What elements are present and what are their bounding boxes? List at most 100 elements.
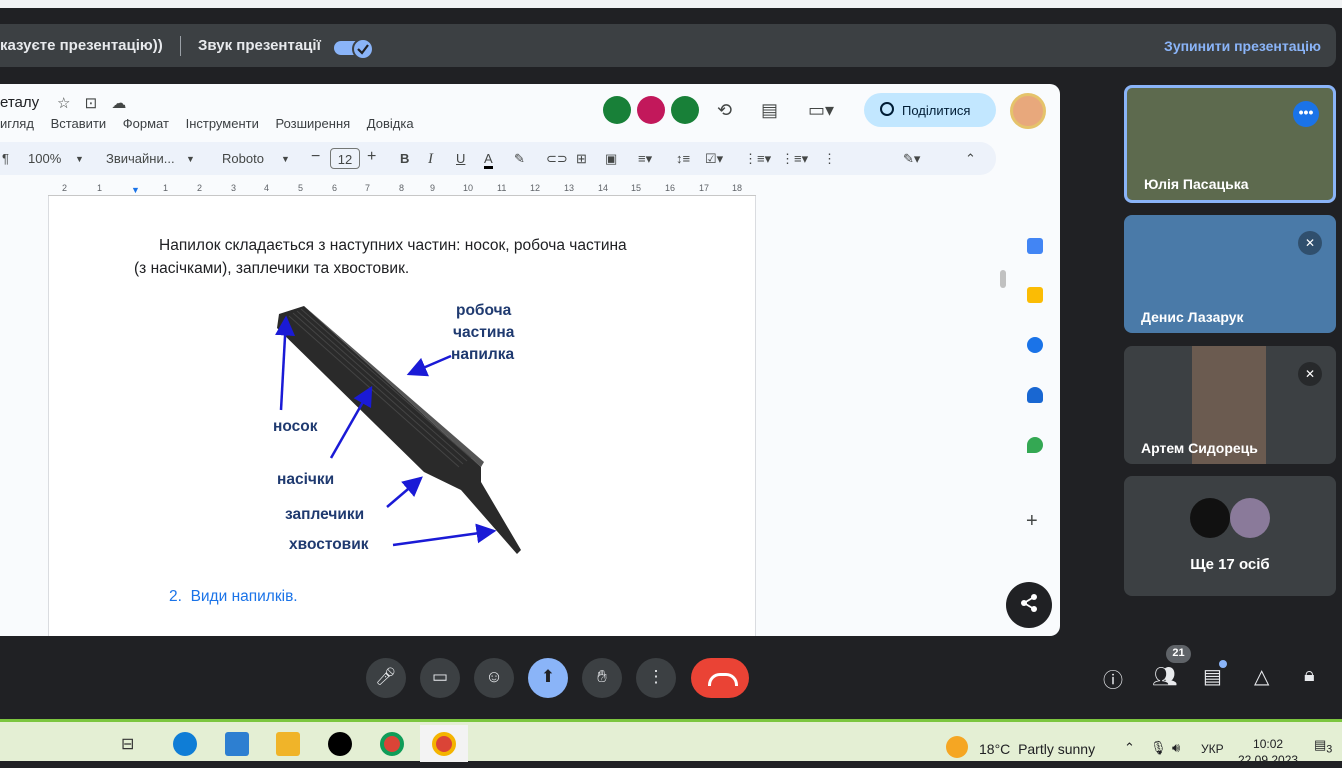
notifications-icon[interactable]: ▤3 — [1314, 737, 1332, 756]
mail-icon[interactable] — [225, 732, 249, 756]
italic-button[interactable]: I — [428, 151, 433, 168]
font-select[interactable]: Roboto — [222, 151, 264, 166]
activities-icon[interactable]: △ — [1254, 664, 1269, 689]
numbered-list-icon[interactable]: ⋮≡▾ — [781, 151, 808, 167]
menu-extensions[interactable]: Розширення — [275, 116, 350, 131]
bulleted-list-icon[interactable]: ⋮≡▾ — [744, 151, 771, 167]
comments-icon[interactable]: ▤ — [761, 100, 778, 121]
paint-format-icon[interactable]: ¶ — [2, 151, 9, 166]
label-nose: носок — [273, 418, 318, 435]
ruler-tick: 5 — [298, 183, 304, 193]
document-page[interactable]: Напилок складається з наступних частин: … — [48, 196, 756, 636]
contacts-icon[interactable] — [1027, 387, 1043, 403]
language-indicator[interactable]: УКР — [1201, 742, 1224, 756]
weather-icon[interactable] — [946, 736, 968, 758]
mic-off-icon: ✕ — [1298, 231, 1322, 255]
end-call-button[interactable] — [691, 658, 749, 698]
zoom-select[interactable]: 100% — [28, 151, 61, 166]
participant-name: Денис Лазарук — [1141, 309, 1244, 325]
camera-icon[interactable]: ▭ — [420, 658, 460, 698]
ruler-tick: 7 — [365, 183, 371, 193]
checklist-icon[interactable]: ☑▾ — [705, 151, 723, 167]
host-controls-icon[interactable]: 🔒︎ — [1304, 664, 1315, 687]
heading-text: Види напилків. — [190, 588, 298, 605]
participant-tile[interactable]: ✕ Артем Сидорець — [1124, 346, 1336, 464]
more-options-icon[interactable]: ••• — [1293, 101, 1319, 127]
tasks-icon[interactable] — [1027, 337, 1043, 353]
people-icon[interactable]: 👥︎ — [1152, 664, 1177, 689]
chat-icon[interactable]: ▤ — [1203, 664, 1222, 689]
show-hidden-icons-icon[interactable]: ⌃ — [1124, 740, 1135, 756]
underline-button[interactable]: U — [456, 151, 465, 166]
participant-tile[interactable]: ••• Юлія Пасацька — [1124, 85, 1336, 203]
microphone-icon[interactable]: 🎤︎ — [366, 658, 406, 698]
increase-font-button[interactable]: + — [367, 148, 376, 166]
more-options-icon[interactable]: ⋮ — [823, 151, 836, 167]
present-screen-icon[interactable]: ⬆ — [528, 658, 568, 698]
microphone-tray-icon[interactable]: 🎙︎ — [1150, 740, 1167, 756]
menu-insert[interactable]: Вставити — [51, 116, 107, 131]
keep-icon[interactable] — [1027, 287, 1043, 303]
style-select[interactable]: Звичайни... — [106, 151, 175, 166]
doc-menu-bar: игляд Вставити Формат Інструменти Розшир… — [0, 116, 427, 131]
presentation-sound-toggle[interactable] — [334, 38, 374, 60]
version-history-icon[interactable]: ⟲ — [717, 100, 732, 121]
align-icon[interactable]: ≡▾ — [638, 151, 652, 167]
more-participants-tile[interactable]: Ще 17 осіб — [1124, 476, 1336, 596]
volume-icon[interactable]: 🔊︎ — [1172, 740, 1180, 756]
add-comment-icon[interactable]: ⊞ — [576, 151, 587, 167]
scrollbar-thumb[interactable] — [1000, 270, 1006, 288]
collaborator-avatar-3[interactable] — [671, 96, 699, 124]
ruler-tick: 11 — [497, 183, 507, 193]
calendar-icon[interactable] — [1027, 238, 1043, 254]
editing-mode-icon[interactable]: ✎▾ — [903, 151, 920, 167]
file-explorer-icon[interactable] — [276, 732, 300, 756]
meeting-info-icon[interactable]: ⓘ — [1103, 664, 1123, 693]
cloud-status-icon[interactable]: ☁ — [111, 95, 126, 112]
raise-hand-icon[interactable]: ✋︎ — [582, 658, 622, 698]
line-spacing-icon[interactable]: ↕≡ — [676, 151, 690, 166]
weather-temp[interactable]: 18°C Partly sunny — [979, 741, 1095, 757]
chevron-down-icon: ▼ — [186, 154, 195, 164]
ruler-tick: 3 — [231, 183, 237, 193]
meet-call-icon[interactable]: ▭▾ — [808, 100, 834, 121]
add-addon-icon[interactable]: + — [1026, 510, 1038, 533]
more-options-icon[interactable]: ⋮ — [636, 658, 676, 698]
doc-title[interactable]: еталу — [0, 94, 39, 111]
collaborator-avatar-1[interactable] — [603, 96, 631, 124]
chrome-icon[interactable] — [432, 732, 456, 756]
account-avatar[interactable] — [1010, 93, 1046, 129]
decrease-font-button[interactable]: − — [311, 148, 320, 166]
emoji-icon[interactable]: ☺ — [474, 658, 514, 698]
menu-view[interactable]: игляд — [0, 116, 34, 131]
share-icon[interactable] — [1006, 582, 1052, 628]
task-view-icon[interactable]: ⊟ — [121, 734, 134, 754]
edge-icon[interactable] — [173, 732, 197, 756]
chrome-icon[interactable] — [380, 732, 404, 756]
link-icon[interactable]: ⊂⊃ — [546, 151, 568, 167]
text-color-button[interactable]: A — [484, 151, 493, 169]
move-folder-icon[interactable]: ⊡ — [85, 95, 98, 112]
clock[interactable]: 10:02 22.09.2023 — [1238, 736, 1298, 768]
ruler-tick: 13 — [564, 183, 575, 193]
stop-presentation-button[interactable]: Зупинити презентацію — [1164, 38, 1321, 54]
tiktok-icon[interactable] — [328, 732, 352, 756]
share-button[interactable]: Поділитися — [864, 93, 996, 127]
section-heading: 2. Види напилків. — [169, 588, 298, 606]
chevron-up-icon[interactable]: ⌃ — [965, 151, 976, 167]
bold-button[interactable]: B — [400, 151, 409, 166]
highlight-icon[interactable]: ✎ — [514, 151, 525, 167]
file-diagram: робоча частина напилка носок насічки зап… — [249, 292, 589, 562]
menu-help[interactable]: Довідка — [367, 116, 414, 131]
collaborator-avatar-2[interactable] — [637, 96, 665, 124]
menu-format[interactable]: Формат — [123, 116, 169, 131]
ruler-tick: 10 — [463, 183, 474, 193]
menu-tools[interactable]: Інструменти — [186, 116, 259, 131]
maps-icon[interactable] — [1027, 437, 1043, 453]
participant-name: Артем Сидорець — [1141, 440, 1258, 456]
participant-tile[interactable]: ✕ Денис Лазарук — [1124, 215, 1336, 333]
star-icon[interactable]: ☆ — [57, 95, 70, 112]
font-size-input[interactable]: 12 — [330, 148, 360, 169]
insert-image-icon[interactable]: ▣ — [605, 151, 617, 167]
indent-marker-icon[interactable]: ▼ — [131, 185, 140, 195]
